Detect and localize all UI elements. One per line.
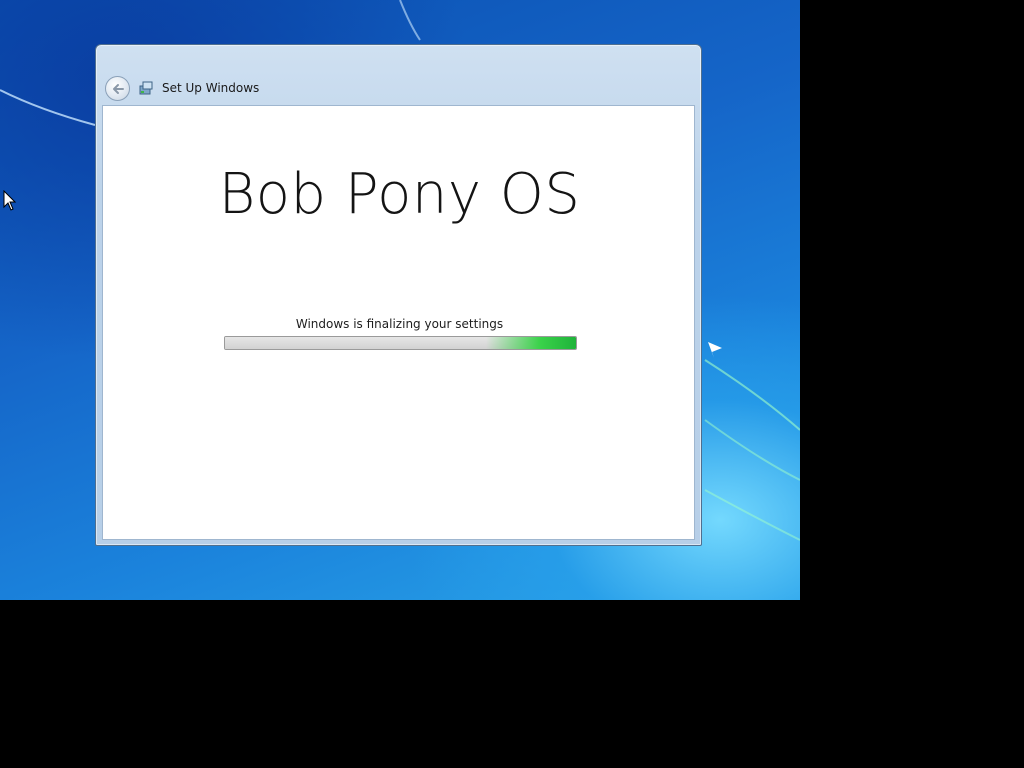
desktop-background: Set Up Windows Bob Pony OS Windows is fi…: [0, 0, 800, 600]
windows-setup-icon: [139, 81, 153, 95]
back-button[interactable]: [105, 76, 130, 101]
screen: Set Up Windows Bob Pony OS Windows is fi…: [0, 0, 1024, 768]
setup-content-panel: Bob Pony OS Windows is finalizing your s…: [102, 105, 695, 540]
wallpaper-bird-icon: [708, 342, 722, 358]
mouse-pointer-icon: [3, 190, 17, 211]
status-text: Windows is finalizing your settings: [295, 317, 504, 331]
setup-window: Set Up Windows Bob Pony OS Windows is fi…: [95, 44, 702, 546]
brand-title: Bob Pony OS: [218, 162, 581, 227]
back-arrow-icon: [113, 84, 124, 94]
window-titlebar: Set Up Windows: [96, 45, 701, 105]
window-title: Set Up Windows: [162, 81, 260, 95]
progress-bar: [224, 336, 577, 350]
progress-bar-glow: [486, 337, 576, 349]
